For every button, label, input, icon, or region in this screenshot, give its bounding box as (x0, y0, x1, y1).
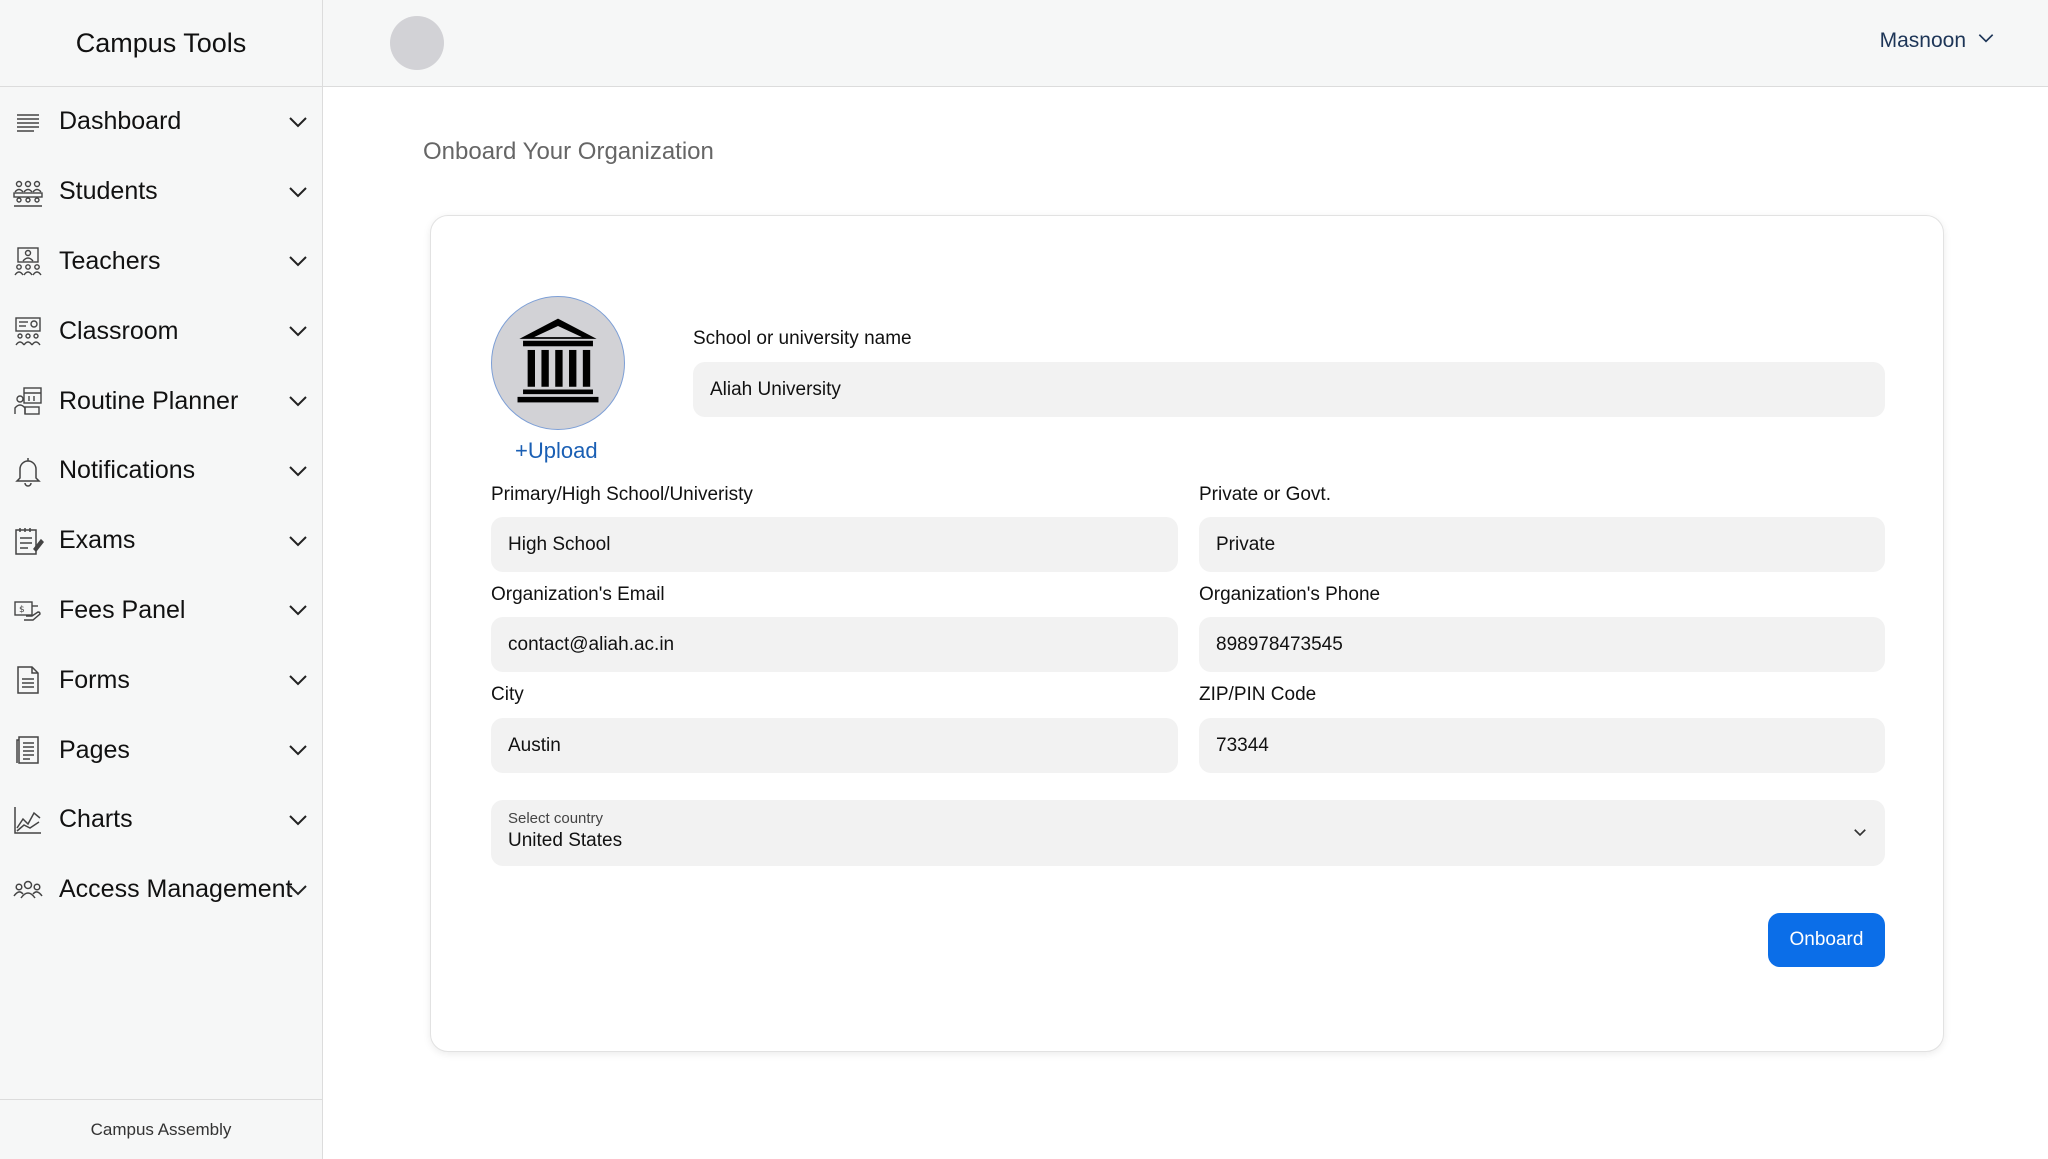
chevron-down-icon (286, 249, 310, 273)
app-title: Campus Tools (0, 0, 322, 87)
onboard-form-card: +Upload School or university name Primar… (430, 215, 1944, 1052)
sidebar-item-forms[interactable]: Forms (0, 645, 322, 715)
users-group-icon (11, 873, 45, 907)
chevron-down-icon (1976, 28, 1996, 54)
sidebar-item-label: Classroom (59, 316, 179, 345)
page-title: Onboard Your Organization (423, 138, 714, 165)
sidebar-item-classroom[interactable]: Classroom (0, 296, 322, 366)
country-select[interactable]: Select country United States (491, 800, 1885, 866)
students-icon (11, 175, 45, 209)
user-menu[interactable]: Masnoon (1880, 28, 1996, 54)
zip-field[interactable] (1199, 718, 1885, 773)
ownership-label: Private or Govt. (1199, 484, 1331, 505)
sidebar-nav: Dashboard Students Teachers Classroom Ro… (0, 87, 322, 925)
sidebar-item-charts[interactable]: Charts (0, 785, 322, 855)
sidebar-item-dashboard[interactable]: Dashboard (0, 87, 322, 157)
sidebar-item-label: Dashboard (59, 107, 182, 136)
email-label: Organization's Email (491, 584, 665, 605)
phone-label: Organization's Phone (1199, 584, 1381, 605)
form-document-icon (11, 663, 45, 697)
sidebar-item-routine-planner[interactable]: Routine Planner (0, 366, 322, 436)
sidebar-item-label: Students (59, 177, 158, 206)
country-select-caption: Select country (508, 810, 604, 827)
avatar[interactable] (390, 16, 444, 70)
sidebar-item-label: Pages (59, 735, 130, 764)
chevron-down-icon (286, 668, 310, 692)
sidebar-item-label: Charts (59, 805, 133, 834)
svg-text:$: $ (19, 605, 25, 615)
sidebar-footer: Campus Assembly (0, 1099, 322, 1159)
sidebar-item-exams[interactable]: Exams (0, 506, 322, 576)
user-name: Masnoon (1879, 29, 1966, 52)
chevron-down-icon (286, 180, 310, 204)
fees-icon: $ (11, 593, 45, 627)
chevron-down-icon (286, 878, 310, 902)
topbar: Masnoon (323, 0, 2048, 87)
sidebar-item-label: Teachers (59, 246, 161, 275)
routine-planner-icon (11, 384, 45, 418)
sidebar-item-label: Forms (59, 665, 130, 694)
sidebar-item-label: Routine Planner (59, 386, 239, 415)
chevron-down-icon (286, 389, 310, 413)
sidebar-item-label: Fees Panel (59, 595, 186, 624)
email-field[interactable] (491, 617, 1178, 672)
classroom-icon (11, 314, 45, 348)
organization-logo[interactable] (491, 296, 625, 430)
country-select-value: United States (508, 830, 623, 851)
sidebar-item-students[interactable]: Students (0, 157, 322, 227)
chevron-down-icon (286, 738, 310, 762)
bell-icon (11, 454, 45, 488)
institution-type-input[interactable] (491, 517, 1178, 572)
chevron-down-icon (286, 529, 310, 553)
city-label: City (491, 684, 524, 705)
sidebar-item-fees-panel[interactable]: $ Fees Panel (0, 576, 322, 646)
teachers-icon (11, 244, 45, 278)
chevron-down-icon (286, 598, 310, 622)
sidebar-item-label: Exams (59, 526, 136, 555)
chevron-down-icon (1851, 823, 1869, 841)
chart-icon (11, 803, 45, 837)
institution-type-label: Primary/High School/Univeristy (491, 484, 753, 505)
pages-icon (11, 733, 45, 767)
ownership-input[interactable] (1199, 517, 1885, 572)
sidebar-item-label: Access Management (59, 875, 293, 904)
list-icon (11, 105, 45, 139)
sidebar-item-access-management[interactable]: Access Management (0, 855, 322, 925)
school-name-label: School or university name (693, 328, 912, 349)
sidebar-item-pages[interactable]: Pages (0, 715, 322, 785)
zip-label: ZIP/PIN Code (1199, 684, 1317, 705)
chevron-down-icon (286, 808, 310, 832)
school-name-input[interactable] (693, 362, 1885, 417)
phone-field[interactable] (1199, 617, 1885, 672)
chevron-down-icon (286, 319, 310, 343)
sidebar-item-teachers[interactable]: Teachers (0, 227, 322, 297)
sidebar: Campus Tools Dashboard Students Teachers (0, 0, 323, 1159)
upload-logo-link[interactable]: +Upload (515, 438, 598, 464)
institution-building-icon (512, 315, 604, 412)
onboard-button[interactable]: Onboard (1768, 913, 1885, 967)
exam-icon (11, 524, 45, 558)
chevron-down-icon (286, 459, 310, 483)
sidebar-item-label: Notifications (59, 456, 196, 485)
sidebar-item-notifications[interactable]: Notifications (0, 436, 322, 506)
chevron-down-icon (286, 110, 310, 134)
city-field[interactable] (491, 718, 1178, 773)
